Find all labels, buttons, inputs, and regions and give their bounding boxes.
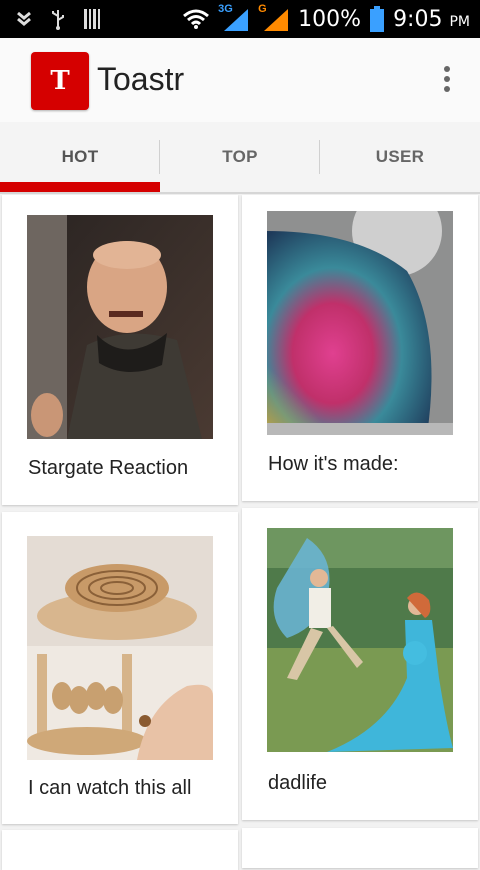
- post-card-partial[interactable]: [2, 830, 238, 870]
- clock-time: 9:05: [393, 6, 443, 32]
- signal-3g: 3G: [218, 3, 250, 33]
- battery-icon: [370, 6, 385, 32]
- post-thumbnail-glass[interactable]: [267, 211, 453, 435]
- post-thumbnail-laughing-man[interactable]: [27, 215, 213, 439]
- status-bar: 3G G 100% 9:05 PM: [0, 0, 480, 38]
- post-caption: Stargate Reaction: [28, 457, 189, 479]
- post-card-partial[interactable]: [242, 828, 478, 868]
- post-caption: I can watch this all: [28, 777, 192, 799]
- post-caption: dadlife: [268, 772, 327, 794]
- post-card[interactable]: I can watch this all: [2, 512, 238, 824]
- post-card[interactable]: How it's made:: [242, 195, 478, 501]
- battery-percent: 100%: [298, 6, 362, 32]
- shield-icon: [17, 11, 31, 26]
- wifi-icon: [183, 9, 210, 29]
- post-thumbnail-wooden-mechanism[interactable]: [27, 536, 213, 760]
- app-title: Toastr: [97, 61, 185, 97]
- tab-user[interactable]: USER: [320, 122, 480, 192]
- usb-icon: [52, 10, 64, 30]
- barcode-icon: [84, 9, 100, 29]
- status-bar-notifications: [16, 8, 102, 30]
- signal-icon: [224, 9, 249, 31]
- post-card[interactable]: dadlife: [242, 508, 478, 820]
- more-vert-icon[interactable]: [438, 66, 456, 96]
- post-caption: How it's made:: [268, 453, 399, 475]
- clock: 9:05 PM: [393, 7, 470, 32]
- post-thumbnail-maternity-photo[interactable]: [267, 528, 453, 752]
- post-card[interactable]: Stargate Reaction: [2, 195, 238, 505]
- app-logo: T: [31, 52, 89, 110]
- tab-indicator: [0, 182, 160, 192]
- tab-top[interactable]: TOP: [160, 122, 320, 192]
- app-bar: T Toastr: [0, 38, 480, 122]
- signal-g: G: [258, 3, 290, 33]
- status-bar-system: 3G G 100% 9:05 PM: [182, 3, 470, 33]
- clock-ampm: PM: [449, 13, 470, 30]
- signal-icon: [264, 9, 289, 31]
